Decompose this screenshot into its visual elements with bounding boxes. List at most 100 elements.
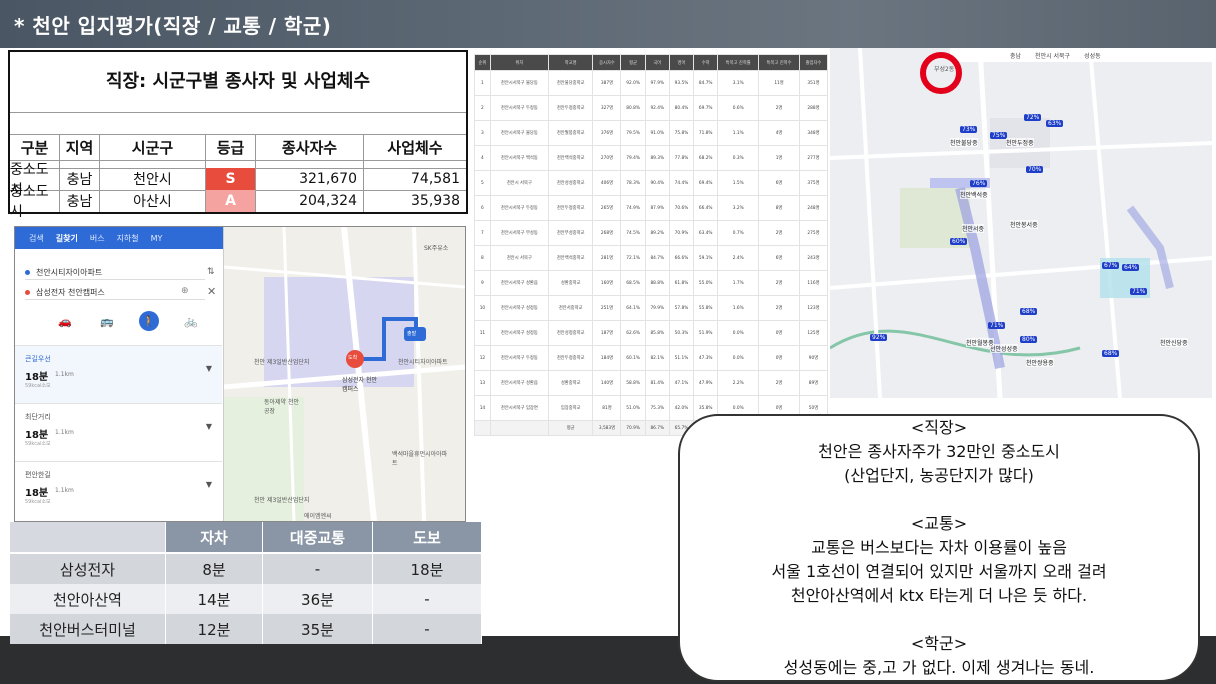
map-label: 에이엠엔씨 — [304, 513, 332, 520]
route-option[interactable]: 편안한길 18분 1.1km 59kcal소모 ▼ — [15, 461, 222, 520]
close-icon[interactable]: ✕ — [207, 285, 216, 298]
table-cell: 천안백석중학교 — [547, 245, 594, 271]
percentage-badge[interactable]: 71% — [988, 322, 1006, 329]
walk-icon[interactable]: 🚶 — [139, 311, 159, 331]
table-cell: 64.1% — [620, 295, 646, 321]
table-cell: 57.8% — [668, 295, 695, 321]
school-label[interactable]: 천안월봉중 — [966, 338, 994, 347]
tab-my[interactable]: MY — [151, 234, 163, 243]
table-cell: 천안시서북구 두정동 — [489, 195, 549, 221]
table-cell: 72.1% — [620, 245, 646, 271]
school-label[interactable]: 천안두정중 — [1006, 138, 1034, 147]
bike-icon[interactable]: 🚲 — [181, 311, 201, 331]
cell-car: 14분 — [166, 584, 263, 614]
school-label[interactable]: 천안봉서중 — [1010, 220, 1038, 229]
add-waypoint-icon[interactable]: ⊕ — [181, 286, 189, 296]
percentage-badge[interactable]: 73% — [960, 126, 978, 133]
table-cell: 2.2% — [717, 370, 760, 396]
table-cell: 0.0% — [717, 345, 760, 371]
percentage-badge[interactable]: 63% — [1046, 120, 1064, 127]
route-option-name: 큰길우선 — [25, 355, 51, 363]
route-option-name: 최단거리 — [25, 413, 51, 421]
table-cell: 55.0% — [693, 270, 719, 296]
tab-subway[interactable]: 지하철 — [117, 233, 139, 244]
percentage-badge[interactable]: 71% — [1130, 288, 1148, 295]
swap-icon[interactable]: ⇅ — [207, 267, 215, 277]
table-cell: 160명 — [592, 270, 622, 296]
school-label[interactable]: 천안성성중 — [990, 344, 1018, 353]
tab-neighborhood[interactable]: 성성동 — [1084, 51, 1101, 60]
school-label[interactable]: 천안백석중 — [960, 190, 988, 199]
table-cell: 68.5% — [620, 270, 646, 296]
school-label[interactable]: 천안쌍용중 — [1026, 358, 1054, 367]
cell-workers: 204,324 — [256, 190, 364, 212]
table-cell: 천안월봉중학교 — [547, 120, 594, 146]
table-cell: 천안시서북구 성환읍 — [489, 270, 549, 296]
table-cell: 251명 — [592, 295, 622, 321]
header-cell: 수학 — [693, 54, 719, 71]
table-cell: 11명 — [758, 70, 800, 96]
school-label[interactable]: 천안불당중 — [950, 138, 978, 147]
district-map[interactable]: 충남 천안시 서북구 성성동 부성2동 73% 75% 72% 63% 70% 76% 60… — [830, 48, 1212, 398]
tab-bus[interactable]: 버스 — [90, 233, 105, 244]
header-cell: 영어 — [668, 54, 695, 71]
tab-district[interactable]: 천안시 서북구 — [1035, 51, 1070, 60]
chevron-down-icon[interactable]: ▼ — [206, 422, 212, 431]
table-cell — [474, 420, 491, 436]
route-option[interactable]: 최단거리 18분 1.1km 59kcal소모 ▼ — [15, 403, 222, 462]
table-cell: 9 — [474, 270, 491, 296]
percentage-badge[interactable]: 64% — [1122, 264, 1140, 271]
table-row: 11 천안시서북구 성정동 천안성정중학교 187명 62.6% 85.8% 50.3% 51… — [474, 320, 829, 346]
table-cell: 0명 — [758, 345, 800, 371]
summary-traffic-line: 교통은 버스보다는 자차 이용률이 높음 — [811, 538, 1067, 557]
table-cell: 2명 — [758, 370, 800, 396]
header-car: 자차 — [166, 522, 263, 552]
chevron-down-icon[interactable]: ▼ — [206, 480, 212, 489]
transit-icon[interactable]: 🚌 — [97, 311, 117, 331]
route-map-view[interactable]: 도착 출발 SK주유소 천안시티자이아파트 삼성전자 천안캠퍼스 천안 제3일반… — [224, 227, 465, 521]
summary-work-line: (산업단지, 농공단지가 많다) — [844, 466, 1034, 485]
table-row: 중소도시 충남 아산시 A 204,324 35,938 — [10, 184, 466, 220]
percentage-badge[interactable]: 68% — [1020, 308, 1038, 315]
table-cell: 62.6% — [620, 320, 646, 346]
route-option-distance: 1.1km — [55, 371, 74, 378]
table-cell: 55.8% — [693, 295, 719, 321]
school-label[interactable]: 천안서중 — [962, 224, 985, 233]
grade-badge: S — [206, 168, 256, 190]
percentage-badge[interactable]: 80% — [1020, 336, 1038, 343]
origin-input[interactable]: 천안시티자이아파트 — [25, 265, 205, 280]
cell-destination: 천안버스터미널 — [10, 614, 166, 644]
table-cell: 61.8% — [668, 270, 695, 296]
table-cell: 58.8% — [620, 370, 646, 396]
table-cell: 116명 — [798, 270, 829, 296]
tab-search[interactable]: 검색 — [29, 233, 44, 244]
car-icon[interactable]: 🚗 — [55, 311, 75, 331]
percentage-badge[interactable]: 76% — [970, 180, 988, 187]
percentage-badge[interactable]: 60% — [950, 238, 968, 245]
header-city: 시군구 — [100, 134, 206, 160]
table-cell: 243명 — [798, 245, 829, 271]
percentage-badge[interactable]: 75% — [990, 132, 1008, 139]
table-cell: 47.3% — [693, 345, 719, 371]
route-option-distance: 1.1km — [55, 487, 74, 494]
summary-box: <직장> 천안은 종사자주가 32만인 중소도시 (산업단지, 농공단지가 많다… — [678, 414, 1200, 682]
chevron-down-icon[interactable]: ▼ — [206, 364, 212, 373]
tab-directions[interactable]: 길찾기 — [56, 233, 78, 244]
percentage-badge[interactable]: 68% — [1102, 350, 1120, 357]
cell-businesses: 74,581 — [411, 171, 460, 187]
table-cell: 387명 — [592, 70, 622, 96]
destination-input[interactable]: 삼성전자 천안캠퍼스 — [25, 285, 205, 300]
tab-province[interactable]: 충남 — [1010, 51, 1021, 60]
table-row: 천안버스터미널 12분 35분 - — [10, 614, 482, 644]
cell-region: 충남 — [60, 168, 100, 190]
percentage-badge[interactable]: 92% — [870, 334, 888, 341]
percentage-badge[interactable]: 70% — [1026, 166, 1044, 173]
cell-workers: 321,670 — [256, 168, 364, 190]
table-cell: 71.8% — [693, 120, 719, 146]
school-label[interactable]: 천안신당중 — [1160, 338, 1188, 347]
school-table-body: 1 천안시서북구 불당동 천안불당중학교 387명 92.0% 97.9% 93.5% 84.… — [474, 70, 829, 436]
route-option[interactable]: 큰길우선 18분 1.1km 59kcal소모 ▼ — [15, 345, 222, 404]
percentage-badge[interactable]: 67% — [1102, 262, 1120, 269]
percentage-badge[interactable]: 72% — [1024, 114, 1042, 121]
table-cell: 77.8% — [668, 145, 695, 171]
